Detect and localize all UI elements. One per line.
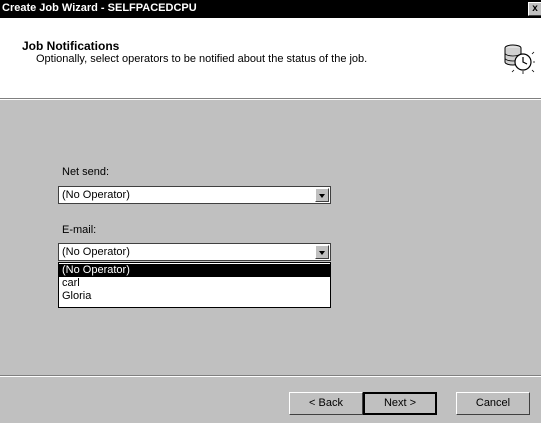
next-button[interactable]: Next > <box>363 392 437 415</box>
chevron-down-icon[interactable] <box>315 188 329 202</box>
email-value: (No Operator) <box>62 246 130 258</box>
window-title: Create Job Wizard - SELFPACEDCPU <box>2 2 197 14</box>
footer-divider-highlight <box>0 376 541 377</box>
wizard-window: Create Job Wizard - SELFPACEDCPU x Job N… <box>0 0 541 423</box>
header-divider-highlight <box>0 99 541 100</box>
wizard-header: Job Notifications Optionally, select ope… <box>0 18 541 98</box>
net-send-label: Net send: <box>62 166 110 178</box>
net-send-value: (No Operator) <box>62 189 130 201</box>
title-bar[interactable]: Create Job Wizard - SELFPACEDCPU x <box>0 0 541 18</box>
clock-database-icon <box>504 44 535 74</box>
page-title: Job Notifications <box>22 39 120 53</box>
chevron-down-icon[interactable] <box>315 245 329 259</box>
email-dropdown-list: (No Operator) carl Gloria <box>58 262 331 308</box>
dropdown-option[interactable]: carl <box>59 277 330 290</box>
net-send-select[interactable]: (No Operator) <box>58 186 331 204</box>
page-subtitle: Optionally, select operators to be notif… <box>36 53 368 65</box>
back-button[interactable]: < Back <box>289 392 363 415</box>
email-label: E-mail: <box>62 224 97 236</box>
dropdown-option[interactable]: (No Operator) <box>59 264 330 277</box>
dropdown-option[interactable]: Gloria <box>59 290 330 303</box>
cancel-button[interactable]: Cancel <box>456 392 530 415</box>
close-button[interactable]: x <box>528 2 541 16</box>
email-select[interactable]: (No Operator) <box>58 243 331 261</box>
